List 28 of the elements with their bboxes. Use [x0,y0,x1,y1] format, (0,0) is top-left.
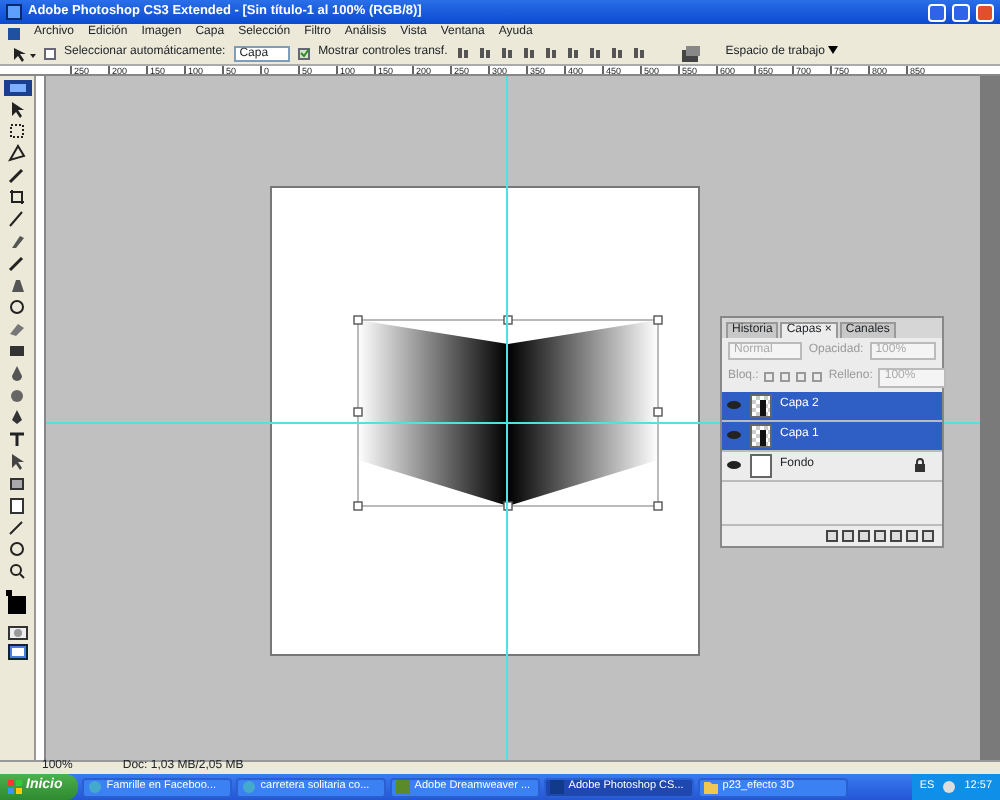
browser-icon [242,780,257,794]
tool-icon[interactable] [8,430,26,448]
checkbox[interactable] [44,47,56,59]
app-icon [396,780,411,794]
caret-icon [828,46,839,55]
windows-logo-icon [8,780,22,794]
photoshop-logo-icon [3,80,31,96]
eye-icon[interactable] [726,460,742,471]
app-icon [550,780,565,794]
workspace-icon[interactable] [681,45,702,61]
close-button[interactable] [976,3,994,21]
quick-mask-icon[interactable] [7,626,27,640]
screen-mode-icon[interactable] [7,644,27,660]
folder-icon [704,780,719,794]
minimize-button[interactable] [928,3,946,21]
transform-box[interactable] [353,315,663,511]
move-tool-icon[interactable] [12,45,36,61]
tool-icon[interactable] [8,562,26,580]
color-swatches-icon[interactable] [5,590,29,614]
tool-icon[interactable] [8,188,26,206]
document-icon [8,27,20,39]
checkbox[interactable] [298,47,311,59]
layer-thumbnail [750,453,772,478]
browser-icon [88,780,103,794]
maximize-button[interactable] [952,3,970,21]
app-logo-icon [6,4,22,20]
tray-icon [942,780,957,794]
checkmark-icon [299,48,310,58]
